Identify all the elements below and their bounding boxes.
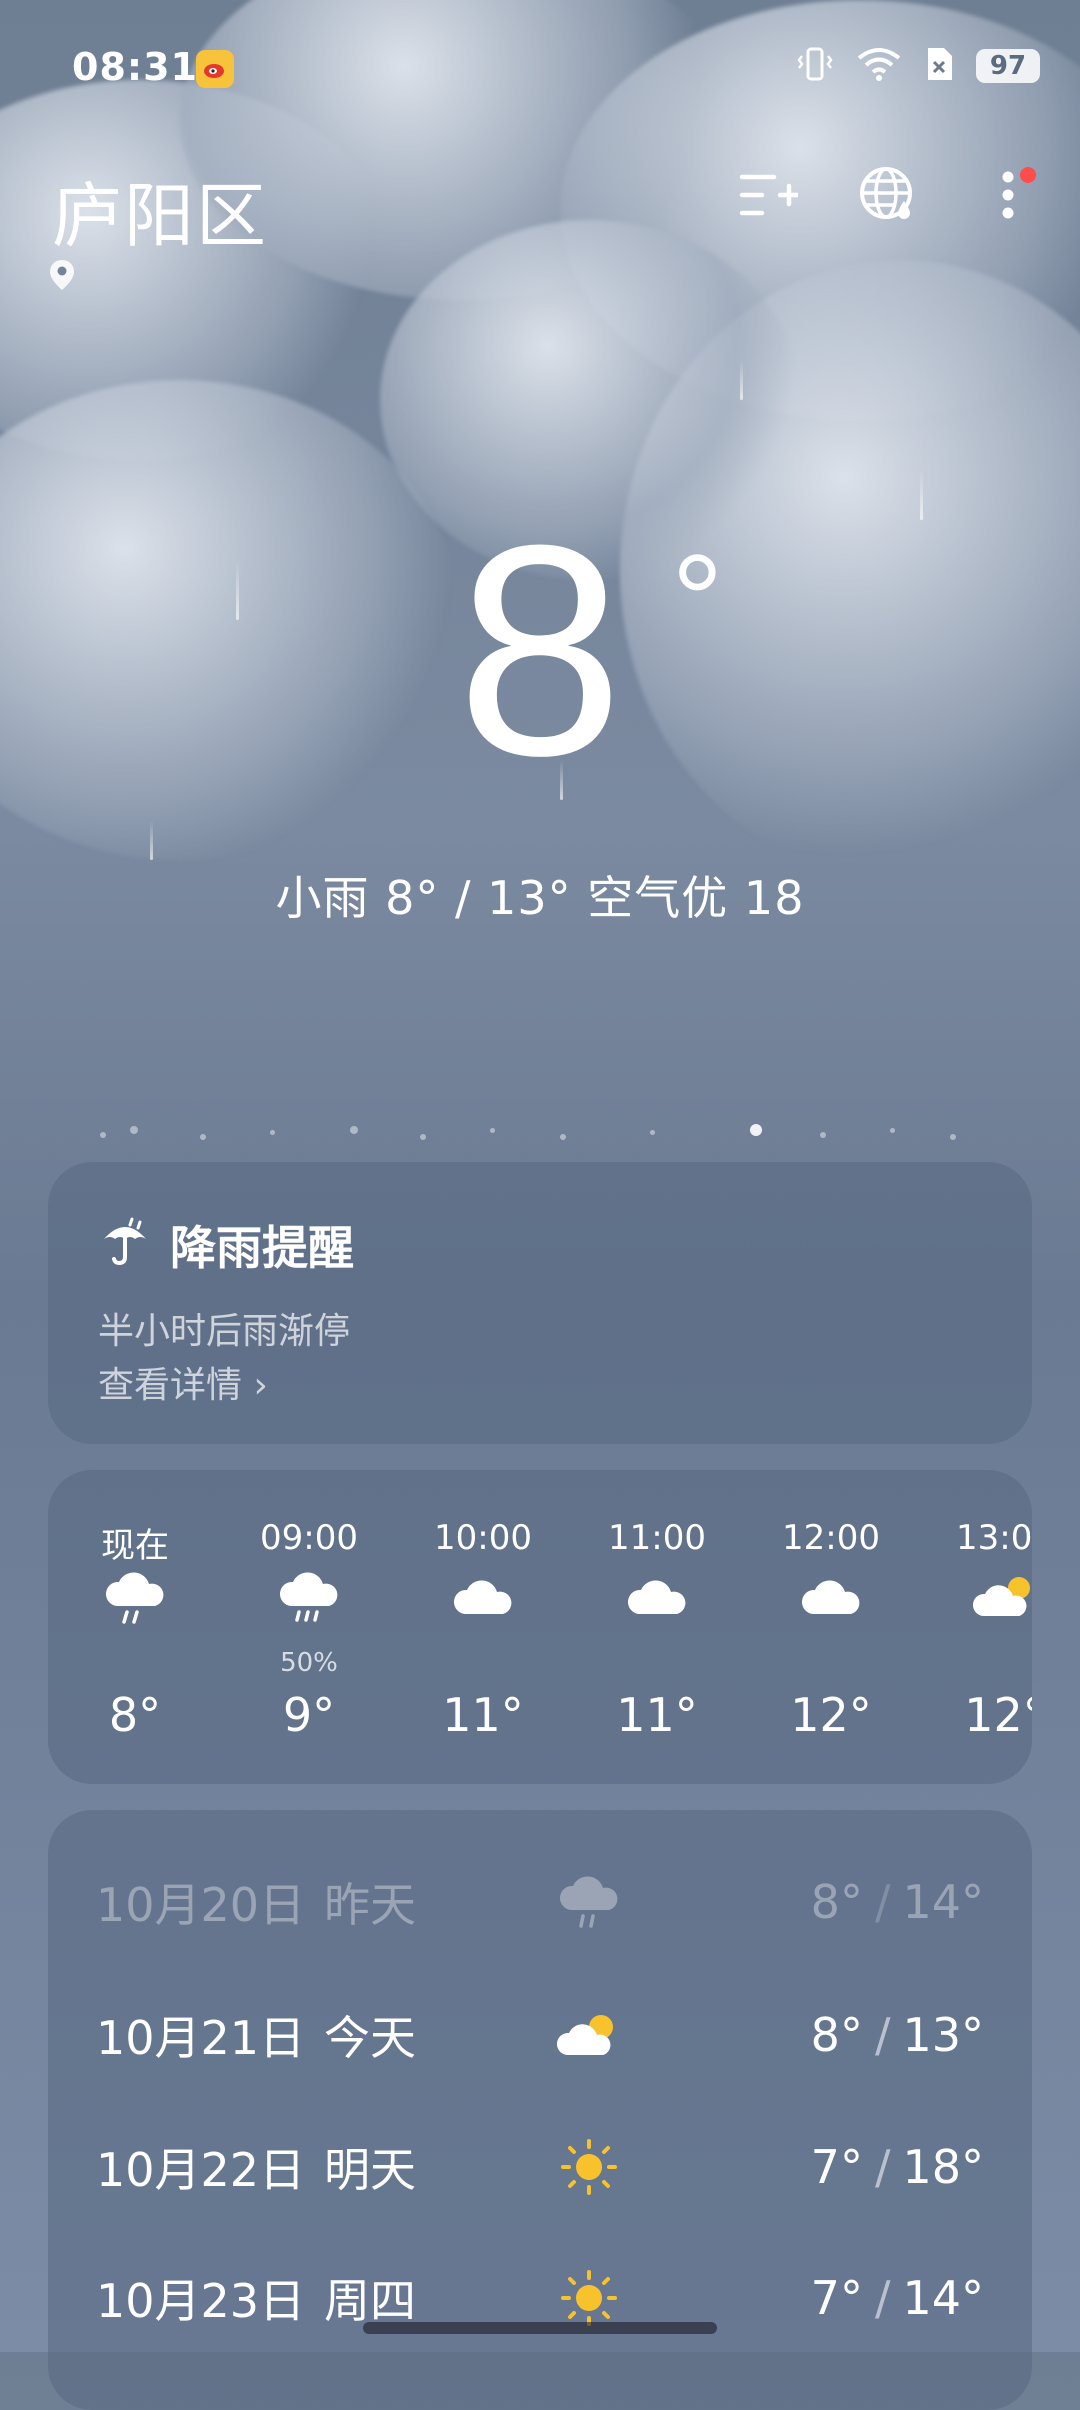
current-temperature: 8 ° [0, 500, 1080, 800]
weather-summary: 小雨 8° / 13° 空气优 18 [275, 871, 805, 925]
hourly-forecast-card[interactable]: 现在 8° 09:00 50% 9° 10:00 11° 11:00 11° 1… [48, 1470, 1032, 1784]
list-add-icon [738, 169, 801, 225]
daily-high: 13° [902, 2008, 984, 2062]
daily-high: 14° [902, 1875, 984, 1929]
sun-icon [544, 2135, 634, 2199]
hourly-temp: 12° [964, 1688, 1032, 1742]
degree-symbol: ° [671, 527, 724, 673]
cloud-icon [625, 1570, 689, 1630]
daily-date: 10月22日 [96, 2143, 306, 2197]
hourly-temp: 8° [108, 1688, 162, 1742]
daily-low: 8° [810, 2008, 863, 2062]
hourly-temp: 12° [790, 1688, 872, 1742]
hourly-item: 09:00 50% 9° [222, 1470, 396, 1784]
sun-icon [544, 2266, 634, 2330]
hourly-item: 10:00 11° [396, 1470, 570, 1784]
daily-forecast-card[interactable]: 10月20日 昨天 8°/14° 10月21日 今天 8°/13° 10月22日… [48, 1810, 1032, 2410]
daily-day-name: 昨天 [324, 1878, 416, 1932]
rain-cloud-icon [277, 1570, 341, 1630]
rain-alert-card[interactable]: 降雨提醒 半小时后雨渐停 查看详情 › [48, 1162, 1032, 1444]
hourly-time: 11:00 [608, 1518, 706, 1558]
daily-temp-range: 8°/13° [810, 2008, 984, 2062]
daily-temp-range: 7°/18° [810, 2140, 984, 2194]
location-pin-icon [48, 258, 76, 296]
vibrate-icon [796, 46, 834, 86]
home-indicator[interactable] [363, 2322, 717, 2334]
status-bar: 08:31 97 [0, 0, 1080, 130]
daily-row[interactable]: 10月21日 今天 8°/13° [96, 1990, 984, 2080]
rain-alert-message: 半小时后雨渐停 [98, 1311, 351, 1352]
rain-alert-header: 降雨提醒 [98, 1212, 354, 1278]
daily-date: 10月20日 [96, 1878, 306, 1932]
wifi-icon [856, 46, 902, 86]
hourly-time: 13:00 [956, 1518, 1032, 1558]
weibo-notification-icon [196, 50, 234, 88]
no-sim-icon [924, 46, 954, 86]
hourly-precip-prob: 50% [280, 1648, 338, 1678]
daily-day-name: 今天 [324, 2011, 416, 2065]
more-icon [1001, 165, 1015, 229]
hourly-item: 11:00 11° [570, 1470, 744, 1784]
daily-high: 18° [902, 2140, 984, 2194]
daily-date: 10月23日 [96, 2274, 306, 2328]
rain-particles [90, 1120, 990, 1150]
rain-alert-title: 降雨提醒 [170, 1221, 354, 1275]
daily-temp-range: 7°/14° [810, 2271, 984, 2325]
hourly-time: 09:00 [260, 1518, 358, 1558]
daily-low: 7° [810, 2271, 863, 2325]
hourly-item: 12:00 12° [744, 1470, 918, 1784]
more-button[interactable] [976, 165, 1040, 229]
umbrella-icon [98, 1213, 152, 1278]
partly-sunny-icon [972, 1570, 1032, 1630]
daily-row[interactable]: 10月20日 昨天 8°/14° [96, 1857, 984, 1947]
partly-sunny-icon [544, 2007, 634, 2063]
battery-indicator: 97 [976, 49, 1040, 83]
hourly-temp: 9° [282, 1688, 336, 1742]
daily-low: 7° [810, 2140, 863, 2194]
hourly-time: 10:00 [434, 1518, 532, 1558]
notification-dot [1020, 167, 1036, 183]
hourly-temp: 11° [442, 1688, 524, 1742]
weather-map-button[interactable] [856, 165, 920, 229]
current-temperature-value: 8 [456, 482, 624, 818]
daily-day-name: 明天 [324, 2143, 416, 2197]
status-icons: 97 [796, 46, 1040, 86]
rain-cloud-icon [544, 1874, 634, 1930]
daily-high: 14° [902, 2271, 984, 2325]
cloud-icon [799, 1570, 863, 1630]
add-city-button[interactable] [736, 165, 801, 229]
globe-icon [858, 165, 918, 229]
daily-temp-range: 8°/14° [810, 1875, 984, 1929]
hourly-item: 现在 8° [48, 1470, 222, 1784]
status-time: 08:31 [72, 45, 198, 89]
hourly-time: 现在 [101, 1526, 169, 1566]
daily-date: 10月21日 [96, 2011, 306, 2065]
rain-cloud-icon [103, 1570, 167, 1630]
daily-low: 8° [810, 1875, 863, 1929]
daily-row[interactable]: 10月22日 明天 7°/18° [96, 2122, 984, 2212]
header-actions [736, 165, 1040, 229]
cloud-icon [451, 1570, 515, 1630]
rain-alert-details-link[interactable]: 查看详情 › [98, 1356, 268, 1408]
hourly-temp: 11° [616, 1688, 698, 1742]
hourly-time: 12:00 [782, 1518, 880, 1558]
hourly-item: 13:00 12° [918, 1470, 1032, 1784]
location-title[interactable]: 庐阳区 [52, 160, 268, 261]
